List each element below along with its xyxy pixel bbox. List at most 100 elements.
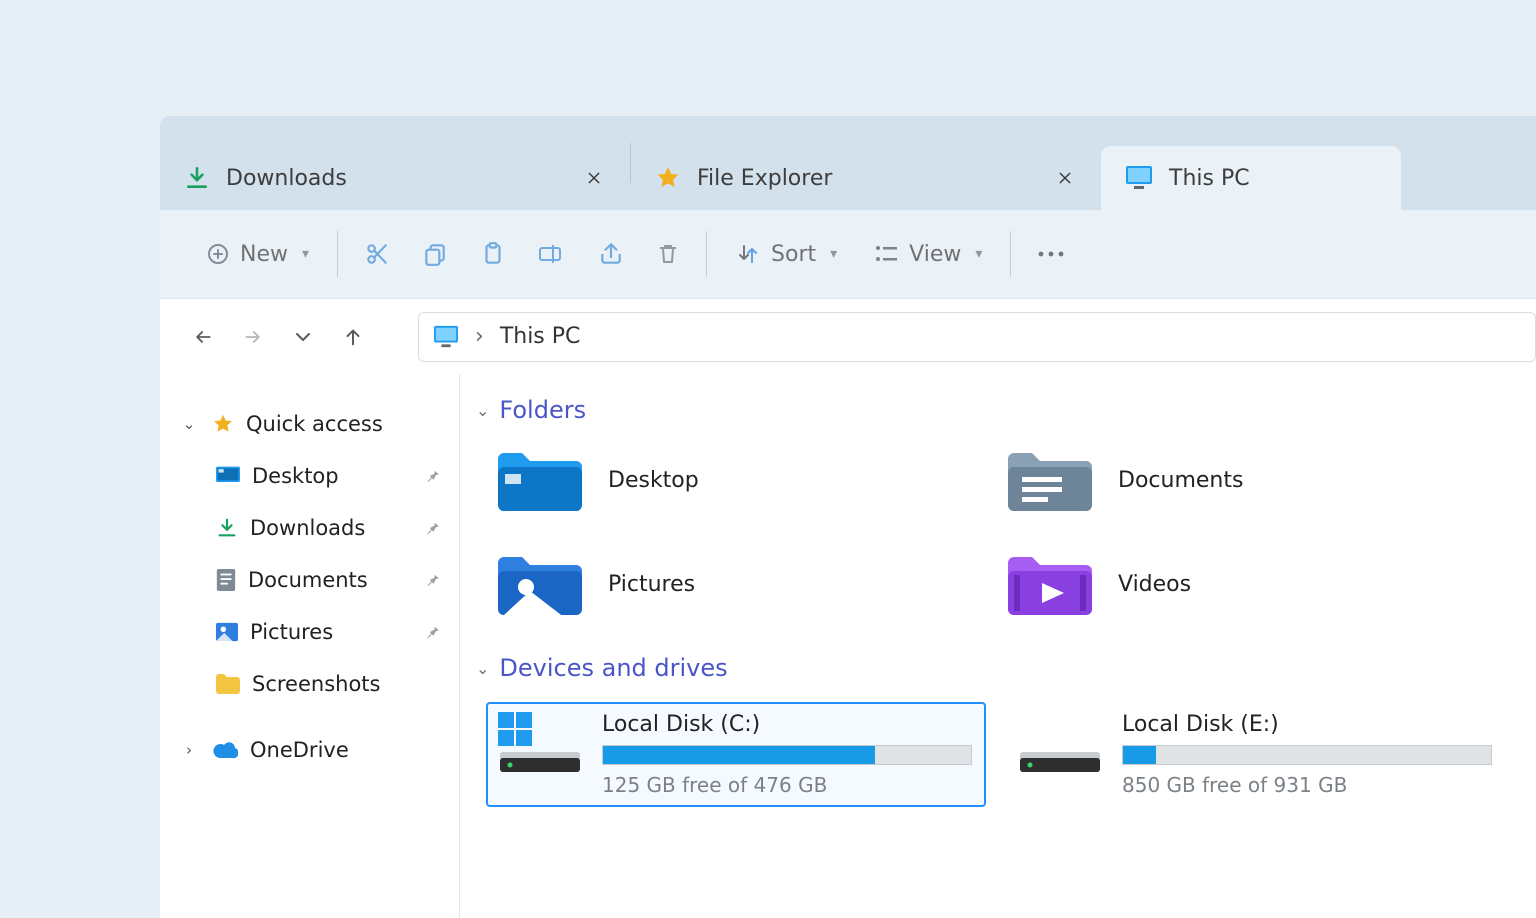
address-bar[interactable]: › This PC bbox=[418, 312, 1536, 362]
sidebar-item-desktop[interactable]: Desktop bbox=[210, 450, 447, 502]
chevron-down-icon: ⌄ bbox=[476, 659, 489, 678]
sidebar-item-downloads[interactable]: Downloads bbox=[210, 502, 447, 554]
folder-label: Documents bbox=[1118, 468, 1243, 493]
sidebar-item-label: Screenshots bbox=[252, 672, 380, 696]
star-icon bbox=[212, 413, 234, 435]
folder-documents[interactable]: Documents bbox=[1006, 440, 1506, 520]
folder-label: Pictures bbox=[608, 572, 695, 597]
main-panel: ⌄ Folders Desktop Documents bbox=[460, 374, 1536, 918]
tab-label: Downloads bbox=[226, 166, 347, 191]
delete-button[interactable] bbox=[640, 233, 696, 275]
sidebar-quick-access[interactable]: ⌄ Quick access bbox=[172, 398, 447, 450]
sidebar-item-label: Downloads bbox=[250, 516, 365, 540]
tab-file-explorer[interactable]: File Explorer bbox=[631, 146, 1101, 210]
command-bar: New ▾ bbox=[160, 210, 1536, 298]
sidebar-item-pictures[interactable]: Pictures bbox=[210, 606, 447, 658]
back-button[interactable] bbox=[182, 316, 224, 358]
separator bbox=[706, 231, 707, 277]
folders-grid: Desktop Documents Pictures bbox=[472, 428, 1536, 650]
forward-button[interactable] bbox=[232, 316, 274, 358]
folder-desktop[interactable]: Desktop bbox=[496, 440, 996, 520]
view-icon bbox=[873, 243, 899, 265]
add-circle-icon bbox=[206, 242, 230, 266]
documents-icon bbox=[216, 569, 236, 591]
drive-usage-bar bbox=[602, 745, 972, 765]
folder-label: Desktop bbox=[608, 468, 699, 493]
new-button-label: New bbox=[240, 242, 288, 267]
more-icon bbox=[1037, 250, 1065, 258]
drive-usage-fill bbox=[1123, 746, 1156, 764]
drive-e[interactable]: Local Disk (E:) 850 GB free of 931 GB bbox=[1006, 702, 1506, 807]
chevron-right-icon: › bbox=[178, 741, 200, 759]
drive-usage-fill bbox=[603, 746, 875, 764]
rename-button[interactable] bbox=[522, 233, 582, 275]
copy-button[interactable] bbox=[406, 233, 464, 275]
content-area: ⌄ Quick access Desktop bbox=[160, 374, 1536, 918]
drives-grid: Local Disk (C:) 125 GB free of 476 GB bbox=[472, 686, 1536, 807]
drive-free-text: 125 GB free of 476 GB bbox=[602, 773, 976, 797]
chevron-down-icon: ⌄ bbox=[476, 401, 489, 420]
navigation-pane: ⌄ Quick access Desktop bbox=[160, 374, 460, 918]
folder-videos[interactable]: Videos bbox=[1006, 544, 1506, 624]
tab-label: File Explorer bbox=[697, 166, 832, 191]
chevron-down-icon: ▾ bbox=[975, 246, 982, 262]
tab-downloads[interactable]: Downloads bbox=[160, 146, 630, 210]
share-icon bbox=[598, 241, 624, 267]
rename-icon bbox=[538, 241, 566, 267]
pin-icon bbox=[423, 623, 441, 641]
nav-buttons bbox=[160, 316, 418, 358]
sidebar-item-label: Desktop bbox=[252, 464, 339, 488]
sidebar-item-label: Pictures bbox=[250, 620, 333, 644]
drive-usage-bar bbox=[1122, 745, 1492, 765]
file-explorer-window: Downloads File Explorer This PC bbox=[160, 116, 1536, 918]
clipboard-icon bbox=[480, 241, 506, 267]
breadcrumb-separator: › bbox=[475, 324, 484, 349]
more-options-button[interactable] bbox=[1021, 242, 1081, 266]
share-button[interactable] bbox=[582, 233, 640, 275]
sidebar-onedrive[interactable]: › OneDrive bbox=[172, 724, 447, 776]
pin-icon bbox=[423, 467, 441, 485]
drive-free-text: 850 GB free of 931 GB bbox=[1122, 773, 1496, 797]
drive-details: Local Disk (C:) 125 GB free of 476 GB bbox=[602, 712, 976, 797]
close-icon[interactable] bbox=[1053, 166, 1077, 190]
tab-bar: Downloads File Explorer This PC bbox=[160, 116, 1536, 210]
sort-button[interactable]: Sort ▾ bbox=[717, 234, 855, 275]
paste-button[interactable] bbox=[464, 233, 522, 275]
tab-this-pc[interactable]: This PC bbox=[1101, 146, 1401, 210]
chevron-down-icon: ⌄ bbox=[178, 415, 200, 433]
desktop-folder-icon bbox=[496, 448, 584, 512]
pictures-folder-icon bbox=[496, 552, 584, 616]
pin-icon bbox=[423, 519, 441, 537]
new-button[interactable]: New ▾ bbox=[188, 234, 327, 275]
folder-label: Videos bbox=[1118, 572, 1191, 597]
view-button[interactable]: View ▾ bbox=[855, 234, 1000, 275]
up-button[interactable] bbox=[332, 316, 374, 358]
recent-locations-button[interactable] bbox=[282, 316, 324, 358]
sort-button-label: Sort bbox=[771, 242, 816, 267]
sidebar-item-screenshots[interactable]: Screenshots bbox=[210, 658, 447, 710]
cut-button[interactable] bbox=[348, 233, 406, 275]
sidebar-item-label: OneDrive bbox=[250, 738, 349, 762]
section-label: Folders bbox=[499, 396, 586, 424]
drive-details: Local Disk (E:) 850 GB free of 931 GB bbox=[1122, 712, 1496, 797]
monitor-icon bbox=[433, 325, 459, 349]
separator bbox=[1010, 231, 1011, 277]
sidebar-item-label: Quick access bbox=[246, 412, 383, 436]
close-icon[interactable] bbox=[582, 166, 606, 190]
drive-c[interactable]: Local Disk (C:) 125 GB free of 476 GB bbox=[486, 702, 986, 807]
sort-icon bbox=[735, 242, 761, 266]
sidebar-item-label: Documents bbox=[248, 568, 368, 592]
section-drives-header[interactable]: ⌄ Devices and drives bbox=[472, 650, 1536, 686]
section-folders-header[interactable]: ⌄ Folders bbox=[472, 392, 1536, 428]
tab-label: This PC bbox=[1169, 166, 1250, 191]
drive-icon bbox=[496, 712, 584, 776]
sidebar-item-documents[interactable]: Documents bbox=[210, 554, 447, 606]
cloud-icon bbox=[212, 741, 238, 759]
chevron-down-icon: ▾ bbox=[302, 246, 309, 262]
folder-pictures[interactable]: Pictures bbox=[496, 544, 996, 624]
download-icon bbox=[216, 517, 238, 539]
breadcrumb-location[interactable]: This PC bbox=[500, 324, 581, 349]
trash-icon bbox=[656, 241, 680, 267]
pictures-icon bbox=[216, 622, 238, 642]
drive-icon bbox=[1016, 712, 1104, 776]
